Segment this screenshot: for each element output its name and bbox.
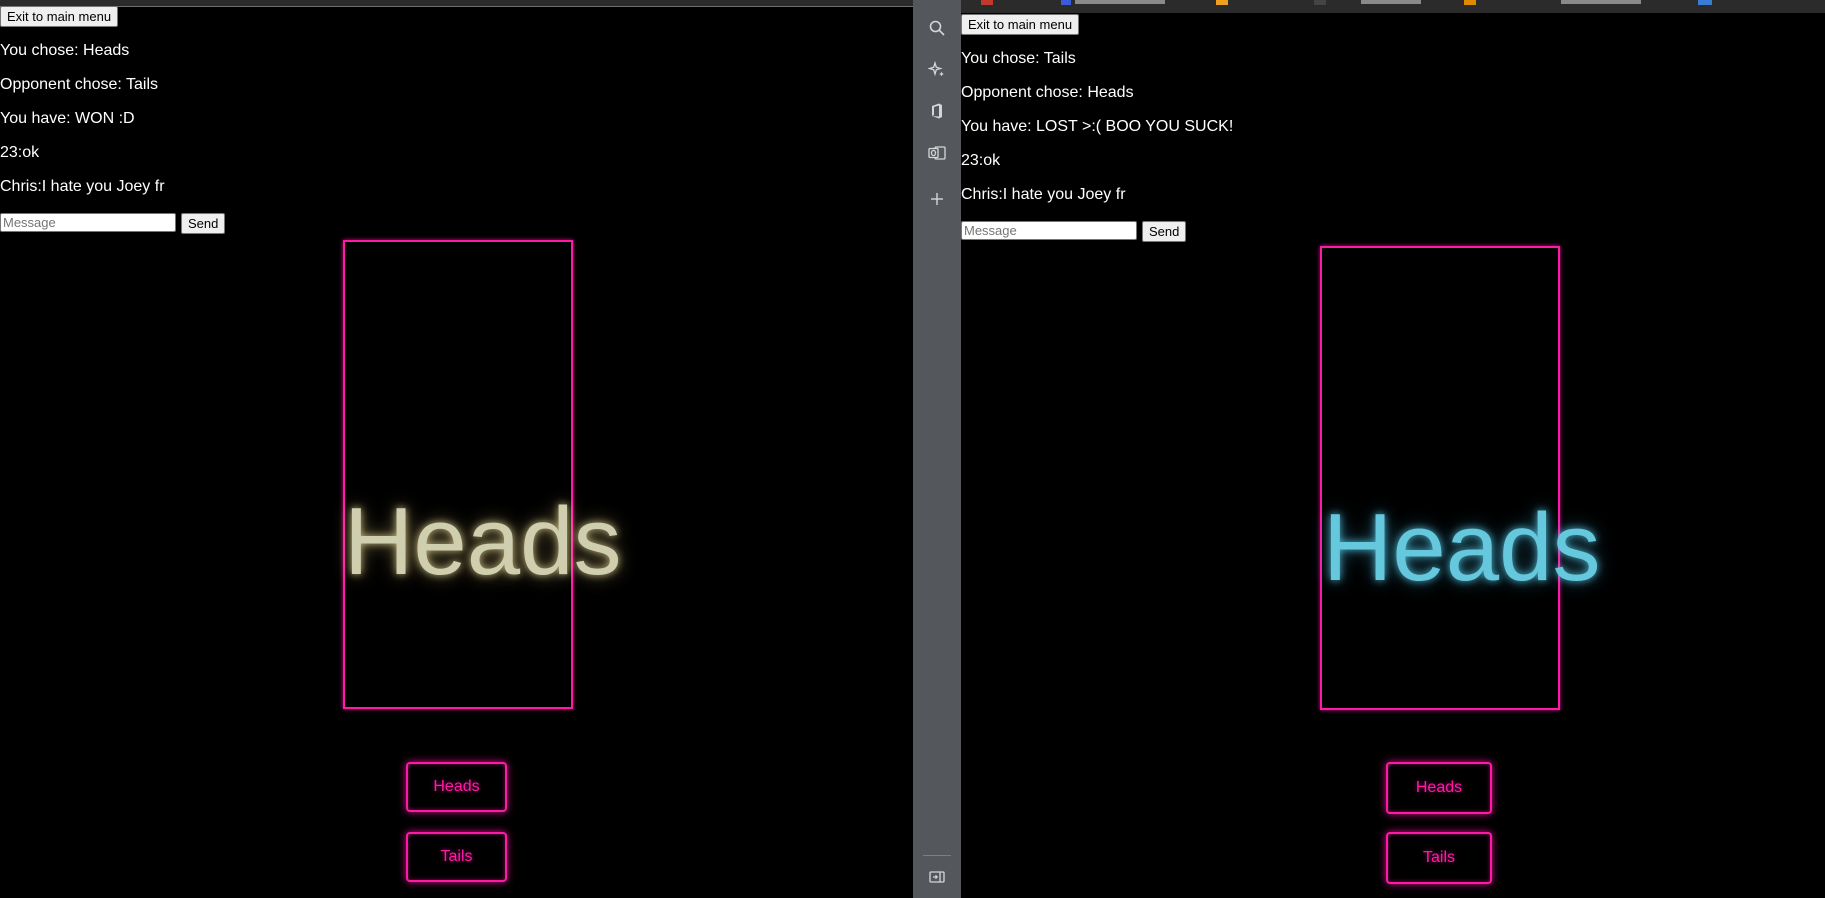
coin-flip-app-player-2: Exit to main menu You chose: Tails Oppon… — [961, 0, 1825, 898]
office-icon[interactable] — [913, 96, 961, 126]
heads-button[interactable]: Heads — [406, 762, 507, 812]
chat-message: 23:ok — [961, 152, 1001, 169]
sidebar-divider — [923, 855, 951, 856]
coin-face-text: Heads — [1323, 494, 1601, 601]
coin-face-text: Heads — [344, 488, 622, 595]
outlook-icon[interactable] — [913, 138, 961, 168]
tails-button[interactable]: Tails — [406, 832, 507, 882]
sparkle-icon[interactable] — [913, 55, 961, 85]
search-icon[interactable] — [913, 13, 961, 43]
send-button[interactable]: Send — [1142, 221, 1187, 242]
right-browser-window: Exit to main menu You chose: Tails Oppon… — [961, 0, 1825, 898]
result-text: You have: LOST >:( BOO YOU SUCK! — [961, 118, 1234, 135]
chat-message: Chris:I hate you Joey fr — [961, 186, 1126, 203]
result-text: You have: WON :D — [0, 110, 135, 127]
message-input[interactable] — [0, 213, 176, 232]
add-icon[interactable] — [913, 184, 961, 214]
opponent-chose-text: Opponent chose: Heads — [961, 84, 1134, 101]
desktop-split-view: Exit to main menu You chose: Heads Oppon… — [0, 0, 1825, 898]
message-input[interactable] — [961, 221, 1137, 240]
exit-to-main-menu-button[interactable]: Exit to main menu — [0, 6, 119, 27]
left-browser-window: Exit to main menu You chose: Heads Oppon… — [0, 0, 913, 898]
browser-sidebar — [913, 0, 961, 898]
chat-message: 23:ok — [0, 144, 40, 161]
heads-button[interactable]: Heads — [1386, 762, 1492, 814]
coin-flip-app-player-1: Exit to main menu You chose: Heads Oppon… — [0, 0, 913, 898]
coin-frame — [343, 240, 573, 709]
you-chose-text: You chose: Heads — [0, 42, 130, 59]
collapse-sidebar-icon[interactable] — [913, 862, 961, 892]
opponent-chose-text: Opponent chose: Tails — [0, 76, 159, 93]
coin-frame — [1320, 246, 1560, 710]
tails-button[interactable]: Tails — [1386, 832, 1492, 884]
send-button[interactable]: Send — [181, 213, 226, 234]
chat-message: Chris:I hate you Joey fr — [0, 178, 165, 195]
you-chose-text: You chose: Tails — [961, 50, 1076, 67]
exit-to-main-menu-button[interactable]: Exit to main menu — [961, 14, 1080, 35]
